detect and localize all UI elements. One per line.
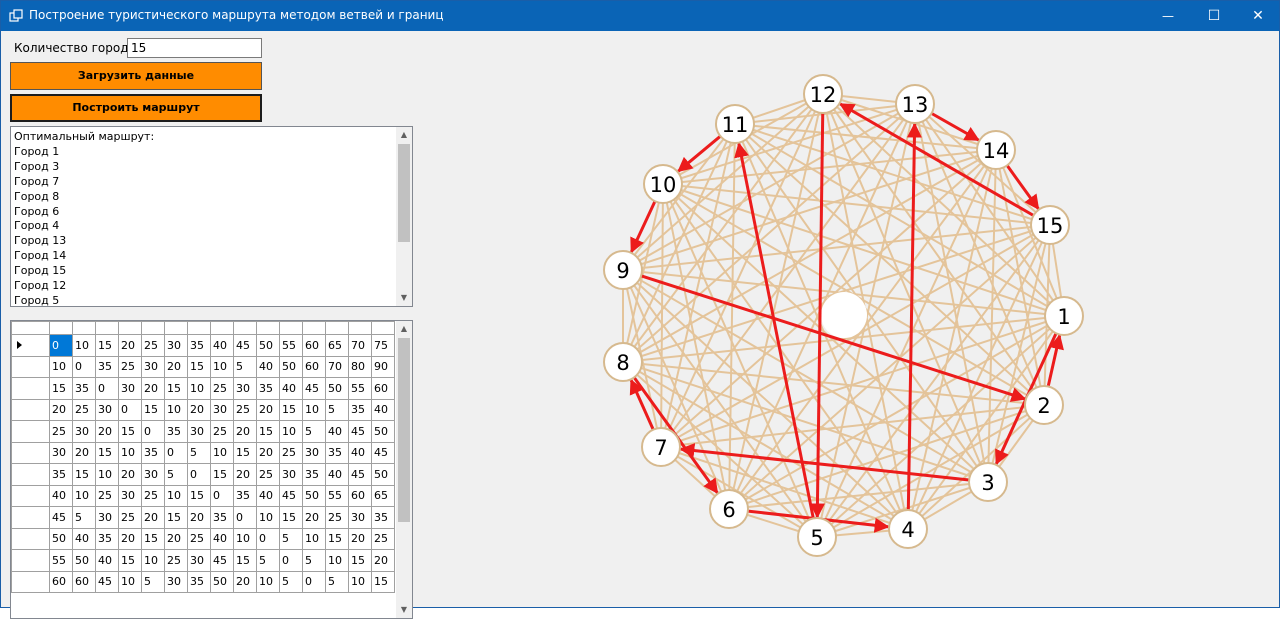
city-node-label: 15: [1037, 214, 1064, 238]
city-node-label: 4: [901, 518, 914, 542]
city-node-label: 14: [983, 139, 1010, 163]
graph-edge: [987, 149, 997, 483]
city-node-label: 8: [616, 351, 629, 375]
city-node-label: 12: [810, 83, 837, 107]
route-arrow: [677, 135, 722, 173]
city-node-label: 7: [654, 436, 667, 460]
graph-edge: [622, 224, 1051, 271]
graph-edge: [660, 93, 824, 448]
route-graph: 123456789101112 131415: [603, 74, 1084, 557]
city-node-label: 2: [1037, 394, 1050, 418]
graph-edge: [816, 404, 1045, 538]
city-node-label: 13: [902, 93, 929, 117]
graph-center-gap: [821, 292, 867, 338]
graph-edge: [622, 269, 730, 510]
city-node-label: 11: [722, 113, 749, 137]
app-window: Построение туристического маршрута метод…: [0, 0, 1280, 619]
city-node-label: 5: [810, 526, 823, 550]
city-node-label: 10: [650, 173, 677, 197]
city-node-label: 1: [1057, 305, 1070, 329]
route-arrow: [1046, 334, 1064, 387]
graph-edge: [660, 183, 664, 448]
city-node-label: 9: [616, 259, 629, 283]
city-node-label: 3: [981, 471, 994, 495]
graph-edge: [728, 123, 736, 510]
graph-edge: [660, 404, 1045, 448]
city-node-label: 6: [722, 498, 735, 522]
